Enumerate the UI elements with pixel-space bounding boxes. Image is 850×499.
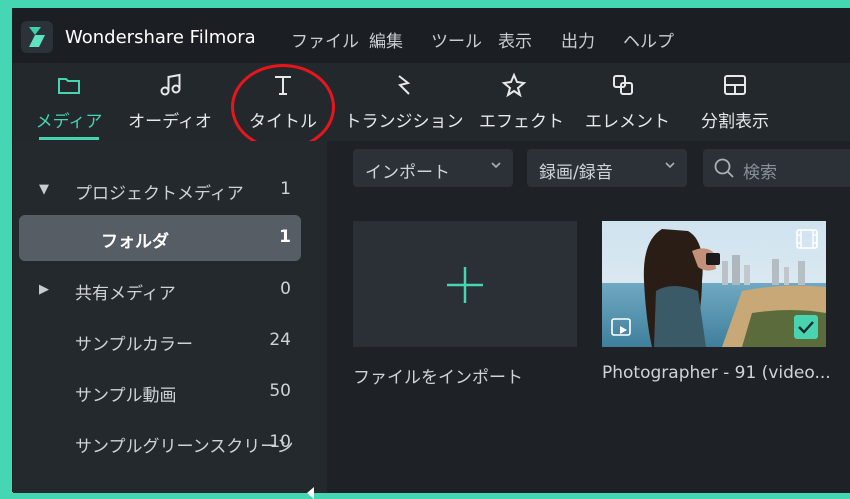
- effects-star-icon: [501, 72, 527, 98]
- media-clip-label: Photographer - 91 (video...: [602, 363, 831, 383]
- folder-icon: [58, 78, 80, 94]
- menu-help[interactable]: ヘルプ: [623, 27, 674, 52]
- main-toolbar: メディア オーディオ タイトル トランジション エフェクト エレメント 分割表示: [13, 63, 850, 142]
- video-clip-badge-icon: [796, 229, 818, 249]
- tab-elements-label: エレメント: [585, 112, 670, 132]
- search-input[interactable]: 検索: [703, 149, 850, 187]
- tab-effects[interactable]: エフェクト: [479, 63, 564, 141]
- library-item-shared-media[interactable]: ▶ 共有メディア 0: [19, 267, 301, 313]
- import-dropdown[interactable]: インポート: [353, 149, 513, 187]
- library-item-count: 1: [279, 227, 291, 247]
- library-item-label: サンプルカラー: [75, 335, 193, 355]
- video-type-icon: [610, 317, 636, 339]
- library-item-count: 0: [280, 279, 291, 299]
- music-note-icon: [160, 73, 181, 96]
- annotation-circle: [231, 64, 335, 150]
- app-title: Wondershare Filmora: [65, 27, 256, 48]
- library-item-label: サンプルグリーンスクリーン: [75, 437, 294, 457]
- title-bar: Wondershare Filmora ファイル 編集 ツール 表示 出力 ヘル…: [13, 9, 850, 63]
- expand-arrow-icon[interactable]: ▼: [39, 182, 49, 197]
- tab-transitions[interactable]: トランジション: [339, 63, 469, 141]
- menu-export[interactable]: 出力: [561, 27, 595, 52]
- tab-split-screen[interactable]: 分割表示: [693, 63, 777, 141]
- media-panel: インポート 録画/録音 検索 ファイルをインポート Photographer -…: [327, 141, 850, 493]
- library-item-count: 1: [280, 179, 291, 199]
- transition-icon: [398, 75, 411, 95]
- chevron-down-icon: [491, 162, 501, 169]
- search-placeholder: 検索: [743, 163, 777, 183]
- record-dropdown-label: 録画/録音: [539, 163, 613, 183]
- library-item-folder[interactable]: フォルダ 1: [19, 215, 301, 261]
- library-item-sample-colors[interactable]: サンプルカラー 24: [19, 318, 301, 364]
- tab-media-label: メディア: [35, 112, 103, 132]
- active-tab-underline: [39, 137, 99, 140]
- library-item-label: フォルダ: [101, 232, 169, 252]
- record-dropdown[interactable]: 録画/録音: [527, 149, 687, 187]
- library-item-label: プロジェクトメディア: [75, 184, 244, 204]
- tab-effects-label: エフェクト: [479, 112, 564, 132]
- library-item-sample-videos[interactable]: サンプル動画 50: [19, 369, 301, 415]
- menu-edit[interactable]: 編集: [369, 27, 403, 52]
- tab-transitions-label: トランジション: [344, 112, 464, 132]
- menu-tools[interactable]: ツール: [431, 27, 482, 52]
- clip-checkmark-icon[interactable]: [794, 315, 818, 339]
- split-screen-icon: [724, 75, 746, 95]
- plus-icon: [447, 267, 483, 303]
- library-item-count: 10: [269, 432, 291, 452]
- menu-file[interactable]: ファイル: [291, 27, 359, 52]
- import-media-label: ファイルをインポート: [353, 368, 523, 388]
- filmora-window: Wondershare Filmora ファイル 編集 ツール 表示 出力 ヘル…: [12, 8, 850, 499]
- tab-audio-label: オーディオ: [128, 112, 212, 132]
- library-item-label: サンプル動画: [75, 386, 177, 406]
- library-item-project-media[interactable]: ▼ プロジェクトメディア 1: [19, 167, 301, 213]
- elements-icon: [613, 75, 633, 95]
- library-item-label: 共有メディア: [75, 284, 176, 304]
- panel-splitter[interactable]: [315, 141, 327, 493]
- library-item-count: 50: [269, 381, 291, 401]
- import-media-tile[interactable]: [353, 221, 577, 347]
- tab-audio[interactable]: オーディオ: [125, 63, 215, 141]
- filmora-logo-icon: [21, 21, 53, 53]
- chevron-down-icon: [665, 162, 675, 169]
- expand-arrow-icon[interactable]: ▶: [39, 282, 49, 297]
- collapse-panel-icon[interactable]: [307, 487, 314, 499]
- menu-view[interactable]: 表示: [498, 27, 532, 52]
- tab-split-screen-label: 分割表示: [701, 112, 769, 132]
- import-dropdown-label: インポート: [365, 163, 450, 183]
- tab-media[interactable]: メディア: [33, 63, 105, 141]
- library-panel: ▼ プロジェクトメディア 1 フォルダ 1 ▶ 共有メディア 0 サンプルカラー…: [13, 141, 316, 499]
- library-item-sample-green-screen[interactable]: サンプルグリーンスクリーン 10: [19, 420, 301, 466]
- search-icon: [714, 158, 734, 178]
- tab-elements[interactable]: エレメント: [585, 63, 670, 141]
- media-clip-thumbnail[interactable]: [602, 221, 826, 347]
- library-item-count: 24: [269, 330, 291, 350]
